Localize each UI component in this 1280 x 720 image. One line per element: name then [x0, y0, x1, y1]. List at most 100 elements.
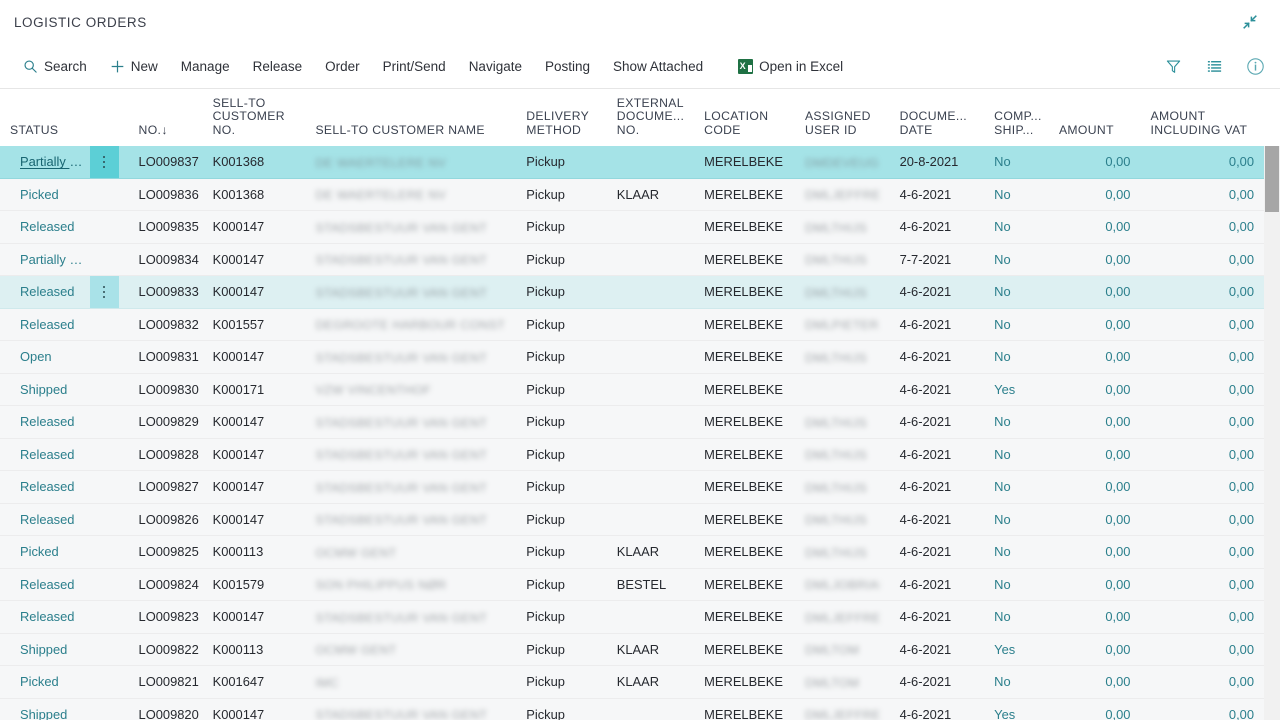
- cell-delivery-method[interactable]: Pickup: [516, 146, 607, 179]
- cell-completely-shipped[interactable]: No: [984, 470, 1049, 504]
- cell-completely-shipped[interactable]: No: [984, 503, 1049, 536]
- cell-status[interactable]: Open: [0, 340, 129, 374]
- cell-sell-to-customer-no[interactable]: K000113: [202, 633, 306, 666]
- cell-assigned-user-id[interactable]: DMLTHIJS: [794, 438, 890, 471]
- cell-no[interactable]: LO009822: [128, 633, 203, 666]
- cell-amount-including-vat[interactable]: 0,00: [1140, 535, 1264, 569]
- collapse-diagonal-arrows-icon[interactable]: [1238, 10, 1262, 34]
- cell-sell-to-customer-name[interactable]: VZW VINCENTHOF: [305, 373, 517, 406]
- cell-location-code[interactable]: MERELBEKE: [694, 243, 795, 276]
- row-actions-menu-button[interactable]: [89, 146, 119, 177]
- cell-sell-to-customer-name[interactable]: STADSBESTUUR VAN GENT: [305, 600, 517, 634]
- cell-document-date[interactable]: 4-6-2021: [889, 470, 985, 504]
- cell-amount-including-vat[interactable]: 0,00: [1140, 698, 1264, 720]
- cell-status[interactable]: Released: [0, 405, 129, 439]
- cell-status[interactable]: Picked: [0, 665, 129, 699]
- table-row[interactable]: Released LO009835 K000147 STADSBESTUUR VAN …: [0, 210, 1264, 244]
- column-header-external-document-no[interactable]: EXTERNAL DOCUME... NO.: [606, 89, 695, 146]
- cell-document-date[interactable]: 4-6-2021: [889, 178, 985, 211]
- cell-sell-to-customer-no[interactable]: K001368: [202, 178, 306, 211]
- table-row[interactable]: Released LO009823 K000147 STADSBESTUUR VAN …: [0, 600, 1264, 634]
- cell-external-document-no[interactable]: [606, 275, 695, 309]
- cell-no[interactable]: LO009832: [128, 308, 203, 341]
- status-link[interactable]: Shipped: [10, 642, 90, 657]
- cell-sell-to-customer-no[interactable]: K001557: [202, 308, 306, 341]
- cell-delivery-method[interactable]: Pickup: [516, 600, 607, 634]
- cell-no[interactable]: LO009836: [128, 178, 203, 211]
- cell-location-code[interactable]: MERELBEKE: [694, 210, 795, 244]
- search-button[interactable]: Search: [14, 54, 96, 79]
- cell-amount[interactable]: 0,00: [1048, 600, 1141, 634]
- cell-status[interactable]: Released: [0, 568, 129, 601]
- cell-no[interactable]: LO009829: [128, 405, 203, 439]
- cell-amount-including-vat[interactable]: 0,00: [1140, 373, 1264, 406]
- cell-delivery-method[interactable]: Pickup: [516, 405, 607, 439]
- release-menu[interactable]: Release: [244, 54, 312, 79]
- cell-completely-shipped[interactable]: No: [984, 146, 1049, 179]
- cell-completely-shipped[interactable]: No: [984, 600, 1049, 634]
- print-send-menu[interactable]: Print/Send: [374, 54, 455, 79]
- cell-delivery-method[interactable]: Pickup: [516, 243, 607, 276]
- table-row[interactable]: Partially Shi... LO009834 K000147 STADSBEST…: [0, 243, 1264, 276]
- cell-external-document-no[interactable]: [606, 470, 695, 504]
- cell-assigned-user-id[interactable]: DMLTOM: [794, 633, 890, 666]
- cell-amount[interactable]: 0,00: [1048, 438, 1141, 471]
- cell-delivery-method[interactable]: Pickup: [516, 178, 607, 211]
- cell-document-date[interactable]: 4-6-2021: [889, 405, 985, 439]
- cell-document-date[interactable]: 4-6-2021: [889, 633, 985, 666]
- column-header-no[interactable]: NO.↓: [128, 89, 203, 146]
- cell-status[interactable]: Picked: [0, 178, 129, 211]
- list-view-icon[interactable]: [1203, 55, 1225, 77]
- cell-no[interactable]: LO009825: [128, 535, 203, 569]
- cell-no[interactable]: LO009831: [128, 340, 203, 374]
- status-link[interactable]: Picked: [10, 674, 90, 689]
- cell-sell-to-customer-name[interactable]: STADSBESTUUR VAN GENT: [305, 503, 517, 536]
- cell-sell-to-customer-name[interactable]: STADSBESTUUR VAN GENT: [305, 470, 517, 504]
- cell-sell-to-customer-name[interactable]: STADSBESTUUR VAN GENT: [305, 275, 517, 309]
- cell-document-date[interactable]: 4-6-2021: [889, 503, 985, 536]
- cell-status[interactable]: Released: [0, 600, 129, 634]
- cell-location-code[interactable]: MERELBEKE: [694, 373, 795, 406]
- cell-status[interactable]: Released: [0, 503, 129, 536]
- table-row[interactable]: Shipped LO009830 K000171 VZW VINCENTHOF Pick…: [0, 373, 1264, 406]
- table-row[interactable]: Released LO009827 K000147 STADSBESTUUR VAN …: [0, 470, 1264, 504]
- posting-menu[interactable]: Posting: [536, 54, 599, 79]
- cell-status[interactable]: Shipped: [0, 373, 129, 406]
- cell-external-document-no[interactable]: KLAAR: [606, 665, 695, 699]
- cell-external-document-no[interactable]: [606, 210, 695, 244]
- cell-external-document-no[interactable]: [606, 405, 695, 439]
- cell-external-document-no[interactable]: [606, 243, 695, 276]
- cell-location-code[interactable]: MERELBEKE: [694, 535, 795, 569]
- table-row[interactable]: Released LO009832 K001557 DEGROOTE HARBOUR …: [0, 308, 1264, 341]
- cell-amount-including-vat[interactable]: 0,00: [1140, 210, 1264, 244]
- table-row[interactable]: Released LO009829 K000147 STADSBESTUUR VAN …: [0, 405, 1264, 439]
- cell-status[interactable]: Released: [0, 210, 129, 244]
- cell-assigned-user-id[interactable]: DMLJOBRIAN: [794, 568, 890, 601]
- cell-sell-to-customer-name[interactable]: STADSBESTUUR VAN GENT: [305, 438, 517, 471]
- cell-assigned-user-id[interactable]: DMLTHIJS: [794, 405, 890, 439]
- cell-external-document-no[interactable]: KLAAR: [606, 535, 695, 569]
- cell-status[interactable]: Picked: [0, 535, 129, 569]
- cell-sell-to-customer-no[interactable]: K000147: [202, 503, 306, 536]
- cell-external-document-no[interactable]: BESTEL: [606, 568, 695, 601]
- cell-status[interactable]: Released: [0, 275, 129, 309]
- cell-amount-including-vat[interactable]: 0,00: [1140, 503, 1264, 536]
- cell-no[interactable]: LO009834: [128, 243, 203, 276]
- cell-location-code[interactable]: MERELBEKE: [694, 600, 795, 634]
- manage-menu[interactable]: Manage: [172, 54, 239, 79]
- table-row[interactable]: Released LO009826 K000147 STADSBESTUUR VAN …: [0, 503, 1264, 536]
- filter-funnel-icon[interactable]: [1162, 55, 1184, 77]
- cell-location-code[interactable]: MERELBEKE: [694, 340, 795, 374]
- cell-sell-to-customer-no[interactable]: K001368: [202, 146, 306, 179]
- cell-status[interactable]: Shipped: [0, 633, 129, 666]
- cell-no[interactable]: LO009835: [128, 210, 203, 244]
- cell-sell-to-customer-name[interactable]: DEGROOTE HARBOUR CONSTRU...: [305, 308, 517, 341]
- cell-no[interactable]: LO009826: [128, 503, 203, 536]
- new-button[interactable]: New: [101, 54, 167, 79]
- cell-amount-including-vat[interactable]: 0,00: [1140, 600, 1264, 634]
- cell-amount[interactable]: 0,00: [1048, 568, 1141, 601]
- cell-delivery-method[interactable]: Pickup: [516, 373, 607, 406]
- cell-assigned-user-id[interactable]: DMLJEFFREY: [794, 698, 890, 720]
- cell-document-date[interactable]: 4-6-2021: [889, 600, 985, 634]
- cell-amount[interactable]: 0,00: [1048, 146, 1141, 179]
